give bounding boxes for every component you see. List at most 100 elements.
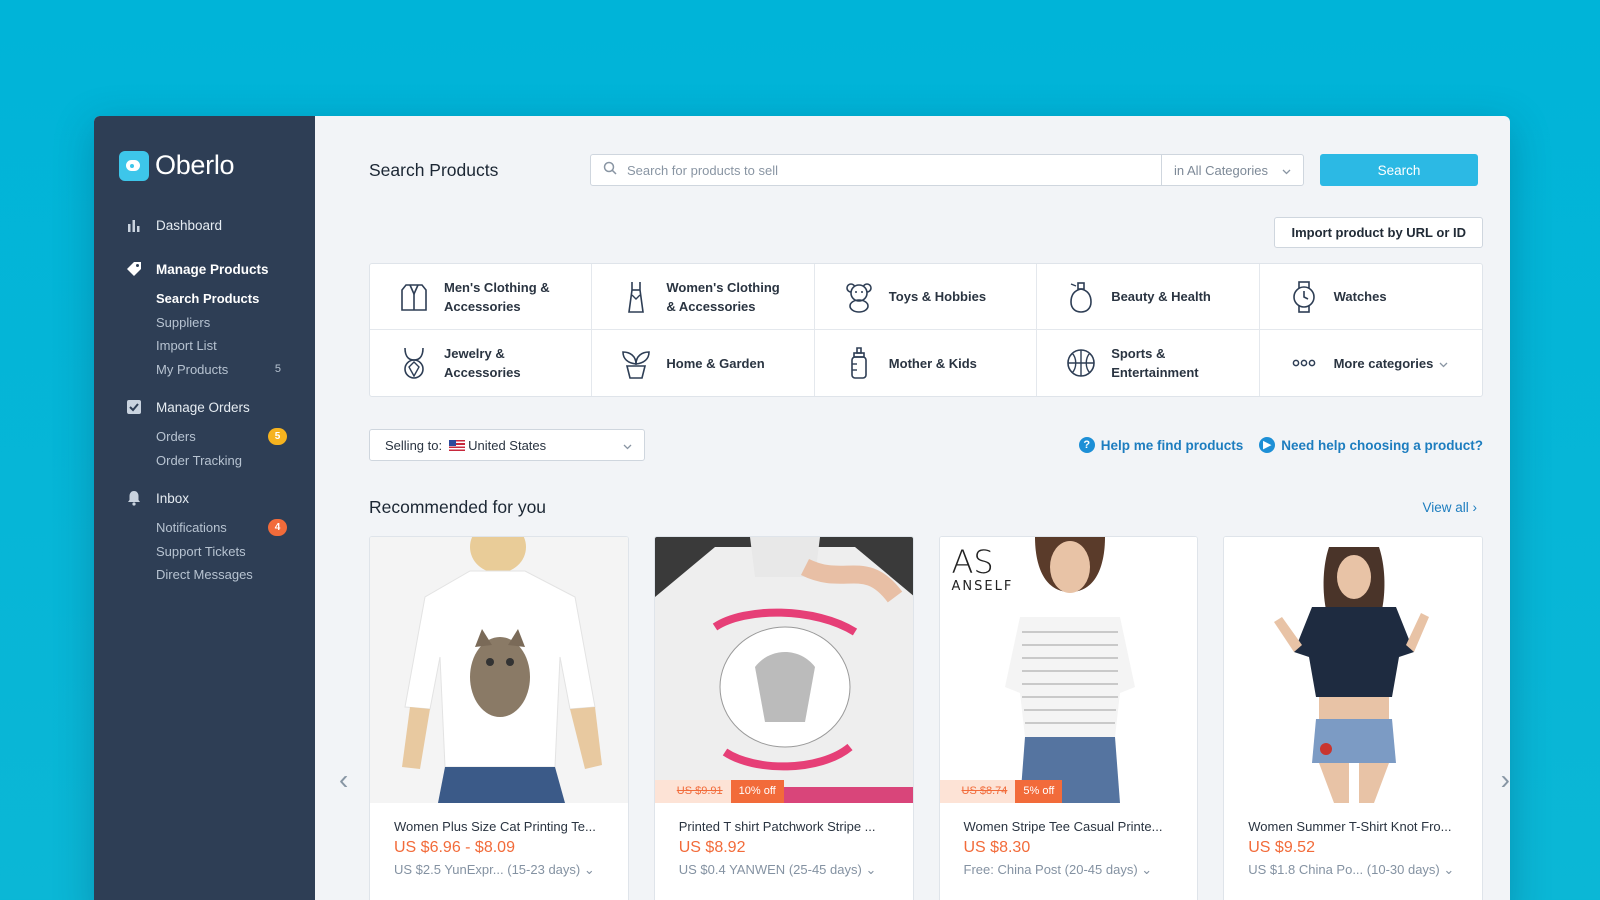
category-dropdown[interactable]: in All Categories	[1161, 155, 1303, 185]
product-card[interactable]: US $9.91 10% off Printed T shirt Patchwo…	[653, 536, 914, 900]
sidebar-item-manage-orders[interactable]: Manage Orders	[94, 389, 315, 425]
help-find-products-link[interactable]: ? Help me find products	[1078, 437, 1243, 453]
category-label: Sports & Entertainment	[1111, 346, 1199, 380]
category-mens-clothing[interactable]: Men's Clothing & Accessories	[370, 264, 593, 330]
orders-submenu: Orders 5 Order Tracking	[94, 425, 315, 472]
chevron-down-icon	[1439, 354, 1448, 373]
product-shipping[interactable]: Free: China Post (20-45 days) ⌄	[964, 862, 1174, 878]
search-icon	[603, 161, 617, 180]
sidebar-item-direct-messages[interactable]: Direct Messages	[94, 563, 315, 587]
sidebar-item-suppliers[interactable]: Suppliers	[94, 311, 315, 335]
sidebar-item-dashboard[interactable]: Dashboard	[94, 207, 315, 243]
import-by-url-button[interactable]: Import product by URL or ID	[1274, 217, 1483, 248]
sidebar-item-manage-products[interactable]: Manage Products	[94, 251, 315, 287]
carousel-prev-icon[interactable]: ‹	[339, 764, 348, 796]
baby-bottle-icon	[843, 344, 875, 382]
search-field[interactable]	[591, 155, 1161, 185]
bar-chart-icon	[126, 217, 142, 233]
nav-group-dashboard: Dashboard	[94, 207, 315, 243]
product-price: US $9.52	[1248, 839, 1315, 856]
product-price: US $6.96 - $8.09	[394, 839, 515, 856]
import-row: Import product by URL or ID	[369, 217, 1483, 248]
sidebar-item-label: Inbox	[156, 490, 190, 506]
sidebar-item-order-tracking[interactable]: Order Tracking	[94, 449, 315, 473]
help-choose-product-link[interactable]: ▶ Need help choosing a product?	[1259, 437, 1483, 453]
perfume-icon	[1065, 278, 1097, 316]
product-name[interactable]: Women Summer T-Shirt Knot Fro...	[1248, 819, 1458, 834]
category-womens-clothing[interactable]: Women's Clothing & Accessories	[592, 264, 815, 330]
category-sports[interactable]: Sports & Entertainment	[1037, 330, 1260, 396]
brand-logo[interactable]: Oberlo	[94, 150, 315, 181]
product-name[interactable]: Women Plus Size Cat Printing Te...	[394, 819, 604, 834]
more-dots-icon	[1288, 344, 1320, 382]
chevron-down-icon: ⌄	[583, 862, 595, 877]
product-shipping[interactable]: US $2.5 YunExpr... (15-23 days) ⌄	[394, 862, 604, 878]
category-mother-kids[interactable]: Mother & Kids	[815, 330, 1038, 396]
product-carousel: ‹ Women Plus Size Cat Printing Te... US …	[339, 536, 1510, 900]
nav-group-products: Manage Products Search Products Supplier…	[94, 251, 315, 381]
brand-watermark: AS ANSELF	[951, 543, 1014, 594]
sidebar-item-inbox[interactable]: Inbox	[94, 480, 315, 516]
bell-icon	[126, 490, 142, 506]
category-watches[interactable]: Watches	[1259, 264, 1482, 330]
category-label: Jewelry & Accessories	[444, 346, 521, 380]
shirt-icon	[398, 278, 430, 316]
discount-badge: 10% off	[730, 780, 784, 803]
plant-pot-icon	[620, 344, 652, 382]
sidebar-item-notifications[interactable]: Notifications 4	[94, 516, 315, 540]
product-card[interactable]: Women Summer T-Shirt Knot Fro... US $9.5…	[1223, 536, 1483, 900]
sidebar-item-support-tickets[interactable]: Support Tickets	[94, 540, 315, 564]
product-name[interactable]: Women Stripe Tee Casual Printe...	[964, 819, 1174, 834]
discount-tag: US $8.74 5% off	[939, 780, 1063, 803]
category-jewelry[interactable]: Jewelry & Accessories	[370, 330, 593, 396]
product-image[interactable]: AS ANSELF US $8.74 5% off	[939, 537, 1198, 803]
selling-to-dropdown[interactable]: Selling to: United States	[369, 429, 645, 461]
category-label: Toys & Hobbies	[888, 289, 987, 304]
product-card[interactable]: AS ANSELF US $8.74 5% off Women Stripe T…	[938, 536, 1199, 900]
product-card[interactable]: Women Plus Size Cat Printing Te... US $6…	[369, 536, 629, 900]
sidebar-item-import-list[interactable]: Import List	[94, 334, 315, 358]
category-more[interactable]: More categories	[1260, 330, 1482, 396]
old-price: US $9.91	[654, 780, 731, 803]
tag-icon	[126, 261, 142, 277]
dress-icon	[620, 278, 652, 316]
category-label: Women's Clothing & Accessories	[666, 279, 780, 314]
product-info: Printed T shirt Patchwork Stripe ... US …	[655, 803, 913, 878]
category-grid: Men's Clothing & Accessories Women's Clo…	[369, 263, 1483, 397]
category-label: Mother & Kids	[888, 355, 977, 371]
sidebar-item-label: Manage Orders	[156, 399, 250, 415]
question-icon: ?	[1078, 437, 1095, 453]
discount-badge: 5% off	[1015, 780, 1063, 803]
nav-group-orders: Manage Orders Orders 5 Order Tracking	[94, 389, 315, 472]
product-image[interactable]	[1224, 537, 1482, 803]
product-name[interactable]: Printed T shirt Patchwork Stripe ...	[679, 819, 889, 834]
category-home-garden[interactable]: Home & Garden	[592, 330, 815, 396]
sidebar: Oberlo Dashboard Manage Products Search …	[94, 116, 315, 900]
category-label: Home & Garden	[666, 355, 765, 371]
category-beauty-health[interactable]: Beauty & Health	[1037, 264, 1260, 330]
inbox-submenu: Notifications 4 Support Tickets Direct Me…	[94, 516, 315, 587]
sidebar-item-label: Dashboard	[156, 217, 223, 233]
search-input[interactable]	[627, 162, 1107, 178]
chevron-down-icon	[1282, 163, 1291, 178]
chevron-down-icon: ⌄	[865, 862, 877, 877]
product-image[interactable]: US $9.91 10% off	[654, 537, 913, 803]
page-title: Search Products	[369, 159, 499, 180]
product-shipping[interactable]: US $1.8 China Po... (10-30 days) ⌄	[1248, 862, 1458, 878]
search-button[interactable]: Search	[1320, 154, 1478, 186]
main-content: Search Products in All Categories Search	[315, 116, 1510, 900]
sidebar-item-search-products[interactable]: Search Products	[94, 287, 315, 311]
chevron-down-icon	[623, 438, 632, 453]
sidebar-item-orders[interactable]: Orders 5	[94, 425, 315, 449]
product-image[interactable]	[370, 537, 628, 803]
help-choose-label: Need help choosing a product?	[1281, 437, 1483, 453]
category-label: Beauty & Health	[1111, 289, 1211, 304]
view-all-link[interactable]: View all ›	[1422, 500, 1477, 515]
carousel-next-icon[interactable]: ›	[1501, 764, 1510, 796]
chevron-down-icon: ⌄	[1141, 862, 1153, 877]
chevron-right-icon: ›	[1472, 500, 1478, 515]
sidebar-item-my-products[interactable]: My Products 5	[94, 358, 315, 382]
product-shipping[interactable]: US $0.4 YANWEN (25-45 days) ⌄	[679, 862, 889, 878]
category-toys-hobbies[interactable]: Toys & Hobbies	[814, 264, 1038, 330]
oberlo-logo-icon	[119, 150, 149, 181]
